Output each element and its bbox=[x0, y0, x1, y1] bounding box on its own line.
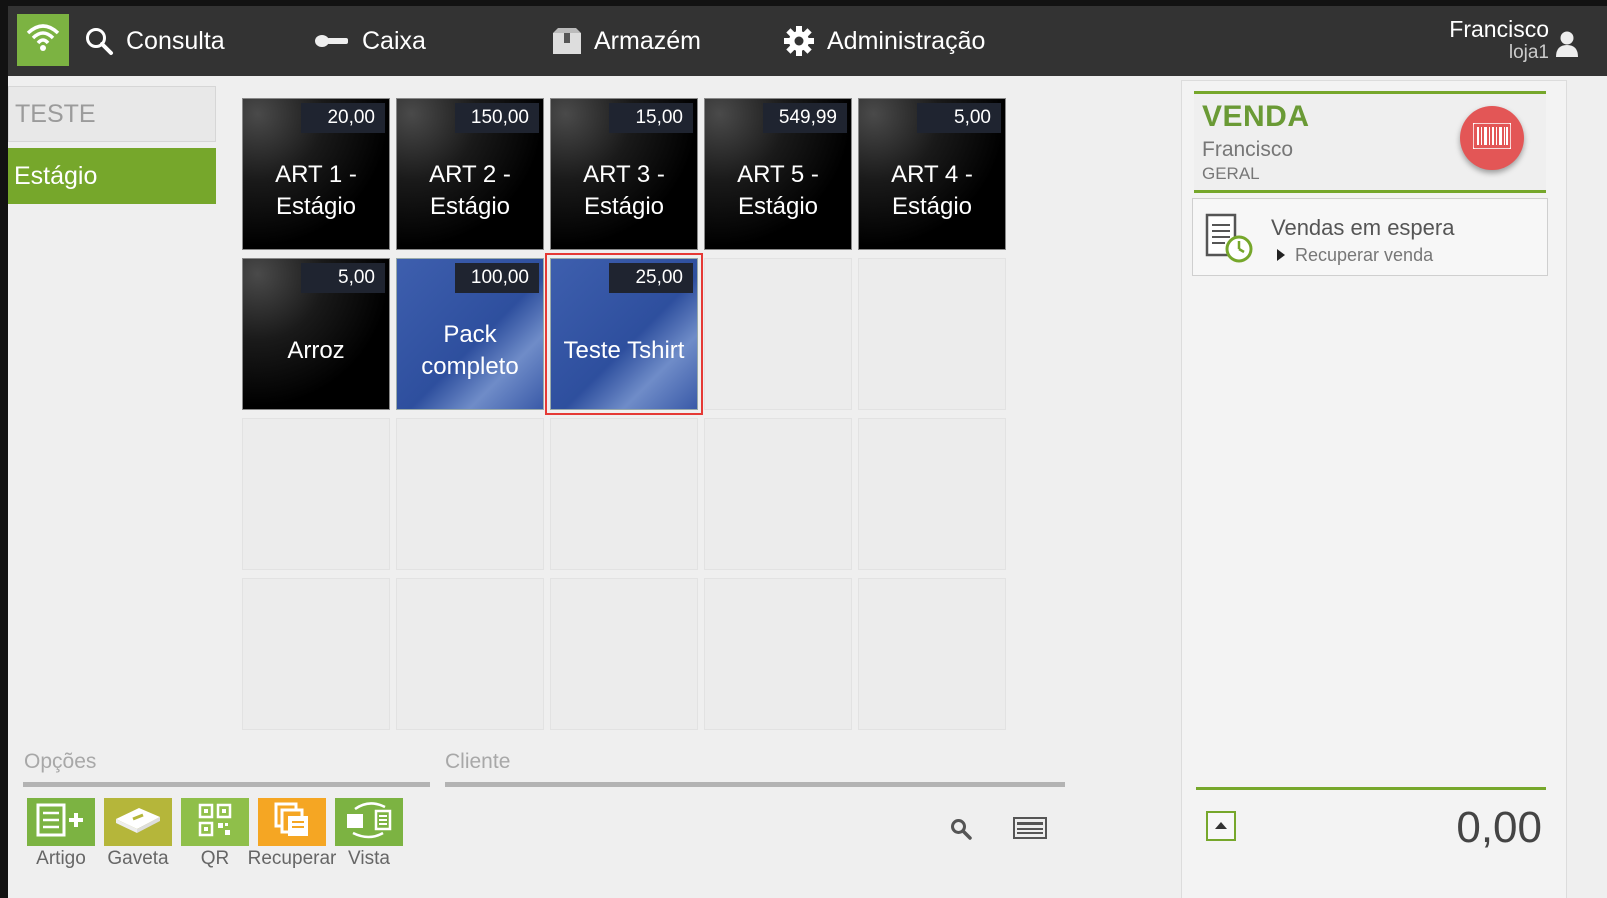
nav-administracao-label: Administração bbox=[827, 26, 986, 55]
user-menu[interactable]: Francisco loja1 bbox=[1449, 16, 1579, 64]
tile-price: 5,00 bbox=[917, 103, 1001, 133]
empty-tile[interactable] bbox=[396, 578, 544, 730]
client-search-icon[interactable] bbox=[950, 818, 972, 845]
switch-view-icon bbox=[341, 801, 397, 844]
sale-user: Francisco bbox=[1202, 138, 1294, 161]
documents-icon bbox=[274, 802, 310, 843]
arrow-up-icon bbox=[1214, 817, 1228, 835]
product-tile[interactable]: 20,00 ART 1 - Estágio bbox=[242, 98, 390, 250]
vista-button[interactable] bbox=[335, 798, 403, 846]
recuperar-button[interactable] bbox=[258, 798, 326, 846]
wifi-status-button[interactable] bbox=[17, 14, 69, 66]
options-title: Opções bbox=[24, 750, 97, 773]
sale-title: VENDA bbox=[1202, 100, 1310, 133]
key-icon bbox=[314, 30, 350, 52]
product-tile[interactable]: 15,00 ART 3 - Estágio bbox=[550, 98, 698, 250]
tile-price: 150,00 bbox=[455, 103, 539, 133]
pos-app: Consulta Caixa Armazém Administração Fra… bbox=[8, 6, 1607, 898]
client-card-icon[interactable] bbox=[1013, 816, 1047, 845]
category-teste-label: TESTE bbox=[15, 99, 96, 128]
nav-consulta-label: Consulta bbox=[126, 26, 225, 55]
sale-panel: VENDA Francisco GERAL Vendas em espera R… bbox=[1181, 80, 1567, 898]
tile-label: ART 4 - Estágio bbox=[891, 161, 973, 220]
product-tile[interactable]: 5,00 Arroz bbox=[242, 258, 390, 410]
empty-tile[interactable] bbox=[858, 258, 1006, 410]
box-icon bbox=[552, 27, 582, 55]
vista-label: Vista bbox=[348, 848, 390, 869]
expand-up-button[interactable] bbox=[1206, 811, 1236, 841]
tile-price: 5,00 bbox=[301, 263, 385, 293]
tile-label: ART 5 - Estágio bbox=[737, 161, 819, 220]
empty-tile[interactable] bbox=[858, 578, 1006, 730]
category-estagio-label: Estágio bbox=[14, 161, 98, 190]
tile-label: Teste Tshirt bbox=[563, 337, 685, 364]
sale-card: VENDA Francisco GERAL bbox=[1194, 91, 1546, 193]
tile-label: Pack completo bbox=[421, 321, 519, 380]
drawer-icon bbox=[113, 805, 163, 840]
product-tile[interactable]: 549,99 ART 5 - Estágio bbox=[704, 98, 852, 250]
wifi-icon bbox=[25, 23, 61, 58]
tile-price: 100,00 bbox=[455, 263, 539, 293]
tile-price: 20,00 bbox=[301, 103, 385, 133]
empty-tile[interactable] bbox=[396, 418, 544, 570]
empty-tile[interactable] bbox=[550, 578, 698, 730]
user-icon bbox=[1555, 30, 1579, 63]
gear-icon bbox=[783, 25, 815, 57]
search-icon bbox=[84, 26, 114, 56]
nav-armazem-label: Armazém bbox=[594, 26, 701, 55]
empty-tile[interactable] bbox=[242, 578, 390, 730]
tile-label: ART 2 - Estágio bbox=[429, 161, 511, 220]
empty-tile[interactable] bbox=[858, 418, 1006, 570]
cliente-divider bbox=[445, 782, 1065, 787]
product-tile[interactable]: 150,00 ART 2 - Estágio bbox=[396, 98, 544, 250]
qr-code-icon bbox=[198, 803, 232, 842]
tile-price: 25,00 bbox=[609, 263, 693, 293]
category-teste[interactable]: TESTE bbox=[8, 86, 216, 142]
qr-button[interactable] bbox=[181, 798, 249, 846]
add-article-icon bbox=[35, 802, 87, 843]
tile-price: 549,99 bbox=[763, 103, 847, 133]
gaveta-button[interactable] bbox=[104, 798, 172, 846]
product-tile-selected[interactable]: 25,00 Teste Tshirt bbox=[545, 253, 703, 415]
nav-caixa[interactable]: Caixa bbox=[314, 6, 426, 76]
options-divider bbox=[23, 782, 430, 787]
barcode-scan-button[interactable] bbox=[1460, 106, 1524, 170]
empty-tile[interactable] bbox=[242, 418, 390, 570]
empty-tile[interactable] bbox=[704, 258, 852, 410]
tile-label: Arroz bbox=[287, 337, 345, 364]
user-store: loja1 bbox=[1508, 42, 1549, 63]
waiting-sales-card[interactable]: Vendas em espera Recuperar venda bbox=[1192, 198, 1548, 276]
play-arrow-icon bbox=[1277, 249, 1285, 261]
product-tile[interactable]: 100,00 Pack completo bbox=[396, 258, 544, 410]
product-tile[interactable]: 5,00 ART 4 - Estágio bbox=[858, 98, 1006, 250]
tile-price: 15,00 bbox=[609, 103, 693, 133]
empty-tile[interactable] bbox=[704, 418, 852, 570]
pending-receipt-icon bbox=[1205, 213, 1253, 270]
category-estagio[interactable]: Estágio bbox=[8, 148, 216, 204]
cliente-title: Cliente bbox=[445, 750, 511, 773]
nav-armazem[interactable]: Armazém bbox=[552, 6, 701, 76]
nav-administracao[interactable]: Administração bbox=[783, 6, 985, 76]
empty-tile[interactable] bbox=[550, 418, 698, 570]
total-divider bbox=[1196, 787, 1546, 790]
tile-label: ART 1 - Estágio bbox=[275, 161, 357, 220]
barcode-icon bbox=[1472, 121, 1512, 154]
user-name: Francisco bbox=[1449, 16, 1549, 42]
waiting-sales-title: Vendas em espera bbox=[1271, 215, 1455, 240]
top-bar: Consulta Caixa Armazém Administração Fra… bbox=[8, 6, 1607, 76]
empty-tile[interactable] bbox=[704, 578, 852, 730]
nav-caixa-label: Caixa bbox=[362, 26, 426, 55]
recover-sale-link[interactable]: Recuperar venda bbox=[1295, 245, 1433, 266]
sale-total: 0,00 bbox=[1456, 803, 1542, 852]
nav-consulta[interactable]: Consulta bbox=[84, 6, 225, 76]
artigo-button[interactable] bbox=[27, 798, 95, 846]
tile-label: ART 3 - Estágio bbox=[583, 161, 665, 220]
sale-group: GERAL bbox=[1202, 164, 1260, 183]
